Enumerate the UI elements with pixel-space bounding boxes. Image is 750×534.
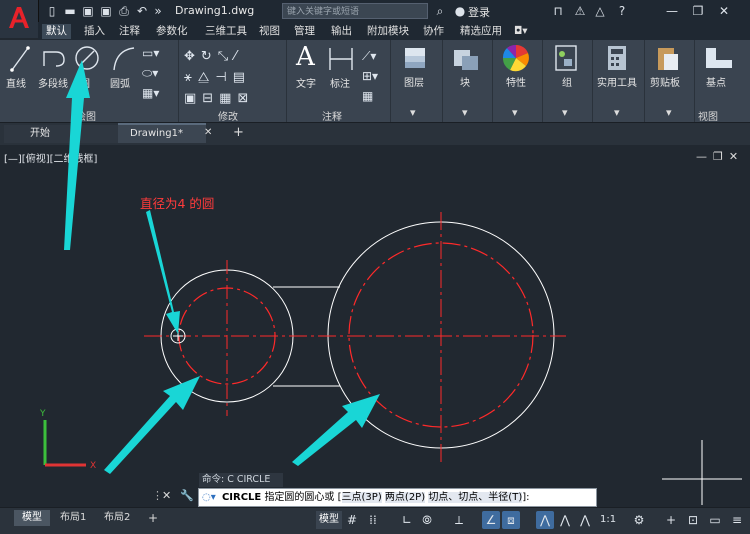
scale-selector[interactable]: 1:1: [600, 514, 616, 525]
diameter-annotation-label: 直径为4 的圆: [140, 196, 215, 211]
layout-tab-1[interactable]: 布局1: [52, 510, 94, 526]
add-layout-icon[interactable]: +: [140, 510, 166, 526]
iso-draft-icon[interactable]: ⟂: [450, 511, 468, 529]
model-space-button[interactable]: 模型: [316, 511, 342, 529]
annotation-visibility-icon[interactable]: ⋀: [536, 511, 554, 529]
command-prompt-icon: ◌▾: [202, 492, 216, 503]
customize-menu-icon[interactable]: ≡: [728, 511, 746, 529]
command-prompt-end: ]:: [522, 492, 530, 503]
command-history: 命令: C CIRCLE: [199, 473, 283, 487]
annotation-scale-icon[interactable]: ⋀: [576, 511, 594, 529]
command-prompt-text: 指定圆的圆心或 [: [264, 492, 342, 503]
grid-icon[interactable]: #: [343, 511, 361, 529]
svg-text:X: X: [90, 461, 96, 471]
annotation-arrows: [64, 60, 380, 474]
layout-tab-model[interactable]: 模型: [14, 510, 50, 526]
command-line-input[interactable]: ◌▾ CIRCLE 指定圆的圆心或 [三点(3P) 两点(2P) 切点、切点、半…: [198, 488, 597, 507]
command-name: CIRCLE: [221, 492, 262, 503]
option-three-points[interactable]: 三点(3P): [341, 492, 382, 503]
command-close-icon[interactable]: ✕: [162, 489, 171, 502]
object-snap-tracking-icon[interactable]: ∠: [482, 511, 500, 529]
option-tan-tan-radius[interactable]: 切点、切点、半径(T): [428, 492, 523, 503]
polar-icon[interactable]: ⦾: [418, 511, 436, 529]
layout-tab-2[interactable]: 布局2: [96, 510, 138, 526]
plus-icon[interactable]: +: [662, 511, 680, 529]
svg-text:Y: Y: [39, 409, 46, 419]
hardware-acceleration-icon[interactable]: ▭: [706, 511, 724, 529]
wrench-icon[interactable]: 🔧: [180, 489, 194, 502]
auto-scale-icon[interactable]: ⋀: [556, 511, 574, 529]
ortho-icon[interactable]: ∟: [398, 511, 416, 529]
option-two-points[interactable]: 两点(2P): [384, 492, 426, 503]
drawing-geometry: Y X: [39, 60, 742, 505]
snap-icon[interactable]: ⁞⁞: [364, 511, 382, 529]
isolate-icon[interactable]: ⊡: [684, 511, 702, 529]
workspace-gear-icon[interactable]: ⚙: [630, 511, 648, 529]
object-snap-icon[interactable]: ⧈: [502, 511, 520, 529]
